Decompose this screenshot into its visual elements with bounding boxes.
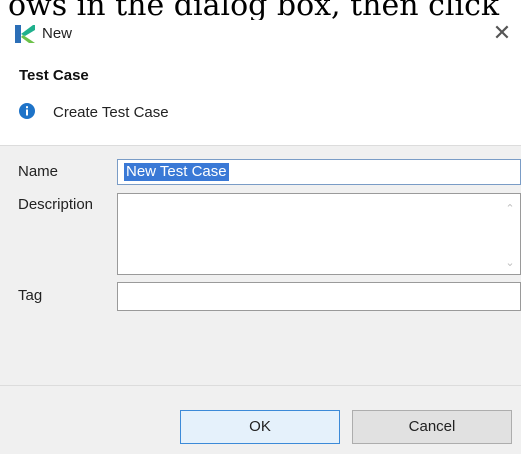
tag-input[interactable] (117, 282, 521, 311)
dialog-footer: OK Cancel (0, 386, 521, 454)
dialog-titlebar: New ✕ (0, 20, 521, 48)
close-icon[interactable]: ✕ (490, 22, 514, 46)
name-label: Name (18, 163, 59, 180)
scroll-down-icon[interactable]: ⌄ (504, 256, 516, 269)
banner-message: Create Test Case (53, 104, 169, 121)
name-input[interactable]: New Test Case (117, 159, 521, 185)
page: ows in the dialog box, then click New ✕ … (0, 0, 521, 454)
banner-title: Test Case (19, 67, 89, 84)
description-label: Description (18, 196, 94, 213)
dialog-title: New (42, 25, 73, 42)
info-icon (19, 103, 35, 119)
katalon-k-logo-icon (15, 25, 35, 43)
form-area: Name New Test Case Description ⌃ ⌄ Tag (0, 145, 521, 386)
cancel-button[interactable]: Cancel (352, 410, 512, 444)
tag-label: Tag (18, 287, 43, 304)
new-dialog: New ✕ Test Case Create Test Case Name Ne… (0, 20, 521, 454)
description-textarea[interactable]: ⌃ ⌄ (117, 193, 521, 275)
ok-button[interactable]: OK (180, 410, 340, 444)
scroll-up-icon[interactable]: ⌃ (504, 202, 516, 215)
name-input-selected-text: New Test Case (124, 163, 229, 181)
